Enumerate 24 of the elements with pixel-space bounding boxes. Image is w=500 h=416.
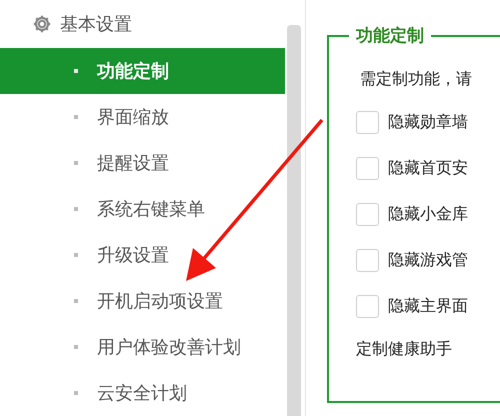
scrollbar[interactable] bbox=[287, 25, 301, 416]
checkbox[interactable] bbox=[356, 156, 379, 180]
sidebar-item[interactable]: 系统右键菜单 bbox=[0, 186, 285, 232]
checkbox[interactable] bbox=[356, 248, 379, 272]
checkbox[interactable] bbox=[356, 202, 379, 226]
checkbox-label: 隐藏小金库 bbox=[388, 204, 468, 224]
sidebar-item[interactable]: 功能定制 bbox=[0, 48, 285, 94]
sidebar-item[interactable]: 开机启动项设置 bbox=[0, 278, 285, 324]
settings-icon bbox=[32, 14, 52, 34]
group-title: 功能定制 bbox=[349, 24, 431, 47]
sidebar-item[interactable]: 界面缩放 bbox=[0, 94, 285, 140]
sidebar-item[interactable]: 云安全计划 bbox=[0, 370, 285, 416]
checkbox-label: 隐藏勋章墙 bbox=[388, 112, 468, 132]
checkbox-label: 隐藏首页安 bbox=[388, 158, 468, 178]
checkbox[interactable] bbox=[356, 294, 379, 318]
checkbox-label: 隐藏游戏管 bbox=[388, 250, 468, 270]
sidebar-item[interactable]: 升级设置 bbox=[0, 232, 285, 278]
checkbox[interactable] bbox=[356, 110, 379, 134]
checkbox-label: 隐藏主界面 bbox=[388, 296, 468, 316]
sidebar-item[interactable]: 用户体验改善计划 bbox=[0, 324, 285, 370]
section-label: 定制健康助手 bbox=[356, 339, 453, 360]
section-header: 基本设置 bbox=[60, 13, 132, 36]
instruction-text: 需定制功能，请 bbox=[360, 69, 473, 90]
sidebar-item[interactable]: 提醒设置 bbox=[0, 140, 285, 186]
